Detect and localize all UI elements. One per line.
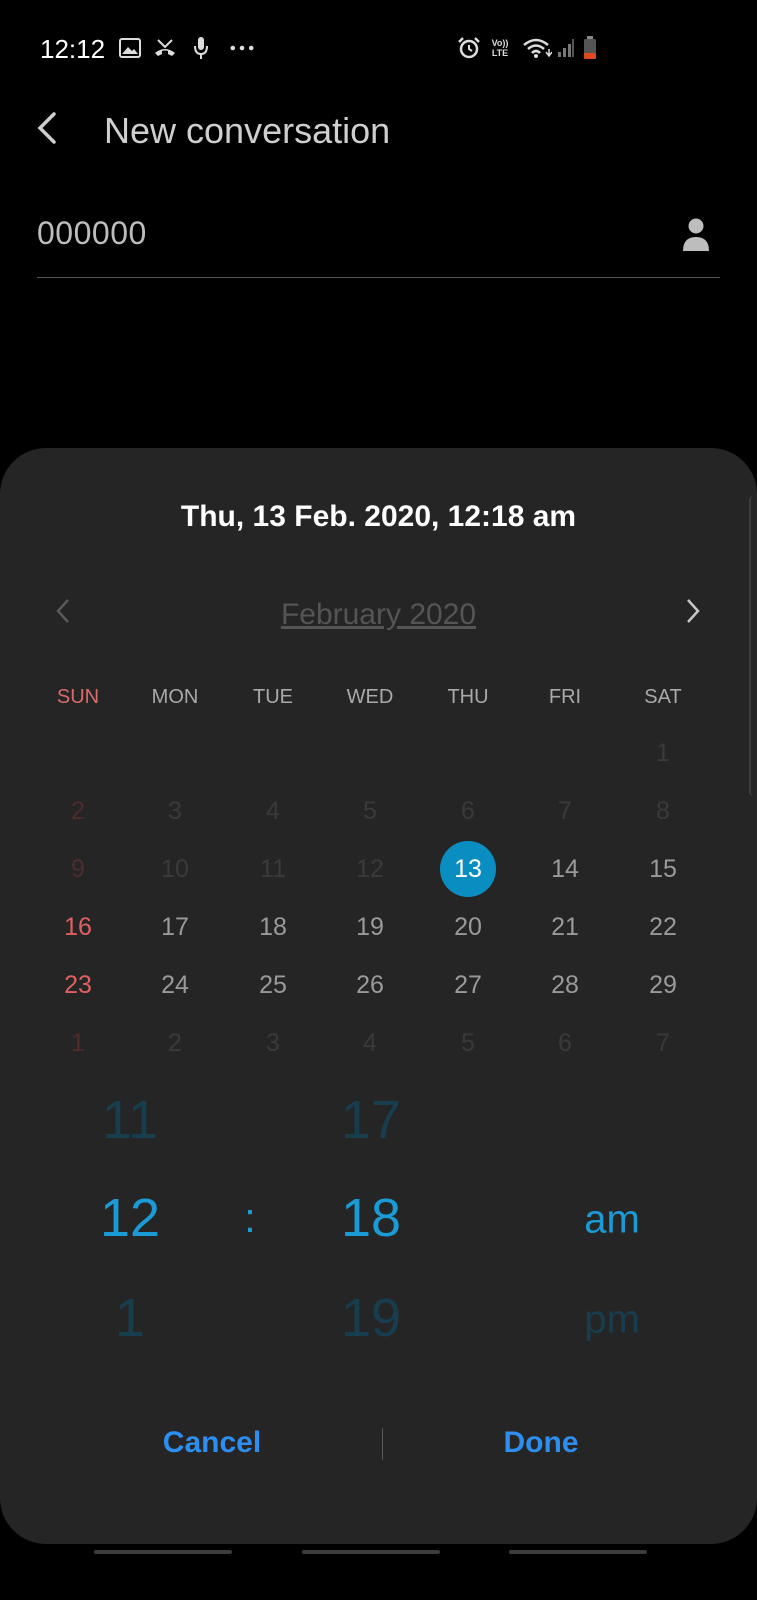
next-month-button[interactable] xyxy=(678,596,708,626)
day-cell[interactable]: 24 xyxy=(147,957,203,1013)
day-cell[interactable]: 11 xyxy=(245,841,301,897)
wifi-icon xyxy=(522,36,552,60)
day-cell[interactable]: 18 xyxy=(245,899,301,955)
day-cell[interactable]: 2 xyxy=(147,1015,203,1071)
hour-current[interactable]: 12 xyxy=(100,1187,160,1249)
weekday-thu: THU xyxy=(447,686,489,708)
selected-datetime: Thu, 13 Feb. 2020, 12:18 am xyxy=(180,500,577,533)
nav-back-handle[interactable] xyxy=(509,1550,647,1554)
day-cell[interactable]: 19 xyxy=(342,899,398,955)
day-cell[interactable]: 8 xyxy=(635,783,691,839)
person-icon xyxy=(683,218,709,251)
day-cell[interactable]: 7 xyxy=(537,783,593,839)
signal-icon xyxy=(556,36,576,60)
chevron-left-icon xyxy=(37,112,56,144)
month-year-label[interactable]: February 2020 xyxy=(0,598,757,632)
page-title: New conversation xyxy=(104,110,391,151)
button-divider xyxy=(382,1428,383,1460)
date-time-picker-dialog: Thu, 13 Feb. 2020, 12:18 am February 202… xyxy=(0,448,757,1544)
contact-picker-button[interactable] xyxy=(682,218,710,252)
day-cell[interactable]: 29 xyxy=(635,957,691,1013)
done-button[interactable]: Done xyxy=(504,1426,579,1460)
day-cell[interactable]: 6 xyxy=(537,1015,593,1071)
day-cell[interactable]: 9 xyxy=(50,841,106,897)
day-cell[interactable]: 15 xyxy=(635,841,691,897)
day-cell[interactable]: 3 xyxy=(147,783,203,839)
day-cell[interactable]: 27 xyxy=(440,957,496,1013)
day-cell[interactable]: 7 xyxy=(635,1015,691,1071)
weekday-sun: SUN xyxy=(56,686,100,708)
day-cell[interactable]: 16 xyxy=(50,899,106,955)
ampm-next[interactable]: pm xyxy=(584,1298,640,1343)
hour-next[interactable]: 1 xyxy=(115,1287,145,1349)
day-cell[interactable]: 1 xyxy=(50,1015,106,1071)
day-cell[interactable]: 5 xyxy=(440,1015,496,1071)
more-dots-icon xyxy=(230,36,254,60)
weekday-tue: TUE xyxy=(253,686,293,708)
status-time: 12:12 xyxy=(40,34,106,64)
battery-icon xyxy=(582,36,598,60)
day-cell[interactable]: 25 xyxy=(245,957,301,1013)
volte-icon: Vo)) LTE xyxy=(491,38,509,58)
day-cell[interactable]: 4 xyxy=(342,1015,398,1071)
day-cell[interactable]: 10 xyxy=(147,841,203,897)
day-cell[interactable]: 26 xyxy=(342,957,398,1013)
status-bar: 12:12 Vo)) LTE xyxy=(0,0,757,100)
day-cell[interactable]: 21 xyxy=(537,899,593,955)
recipient-divider xyxy=(37,277,720,278)
weekday-fri: FRI xyxy=(548,686,582,708)
nav-home-handle[interactable] xyxy=(302,1550,440,1554)
cancel-button[interactable]: Cancel xyxy=(163,1426,261,1460)
day-cell[interactable]: 17 xyxy=(147,899,203,955)
day-cell[interactable]: 22 xyxy=(635,899,691,955)
weekday-sat: SAT xyxy=(644,686,682,708)
mic-icon xyxy=(189,36,213,60)
nav-recents-handle[interactable] xyxy=(94,1550,232,1554)
day-cell[interactable]: 2 xyxy=(50,783,106,839)
recipient-input[interactable]: 000000 xyxy=(37,215,147,252)
sheet-scroll-indicator xyxy=(749,496,757,796)
missed-call-icon xyxy=(153,36,177,60)
chevron-right-icon xyxy=(687,599,700,623)
weekday-mon: MON xyxy=(151,686,199,708)
back-button[interactable] xyxy=(30,108,70,152)
day-cell[interactable]: 1 xyxy=(635,725,691,781)
alarm-icon xyxy=(457,36,481,60)
day-cell[interactable]: 4 xyxy=(245,783,301,839)
minute-next[interactable]: 19 xyxy=(341,1287,401,1349)
day-cell[interactable]: 6 xyxy=(440,783,496,839)
time-separator: : xyxy=(244,1194,256,1241)
day-cell[interactable]: 14 xyxy=(537,841,593,897)
hour-prev[interactable]: 11 xyxy=(102,1089,158,1151)
selected-day-cell[interactable]: 13 xyxy=(440,841,496,897)
day-cell[interactable]: 3 xyxy=(245,1015,301,1071)
weekday-wed: WED xyxy=(346,686,394,708)
ampm-current[interactable]: am xyxy=(584,1198,640,1243)
day-cell[interactable]: 12 xyxy=(342,841,398,897)
day-cell[interactable]: 23 xyxy=(50,957,106,1013)
day-cell[interactable]: 5 xyxy=(342,783,398,839)
day-cell[interactable]: 20 xyxy=(440,899,496,955)
day-cell[interactable]: 28 xyxy=(537,957,593,1013)
image-icon xyxy=(118,36,142,60)
minute-current[interactable]: 18 xyxy=(341,1187,401,1249)
minute-prev[interactable]: 17 xyxy=(341,1089,401,1151)
